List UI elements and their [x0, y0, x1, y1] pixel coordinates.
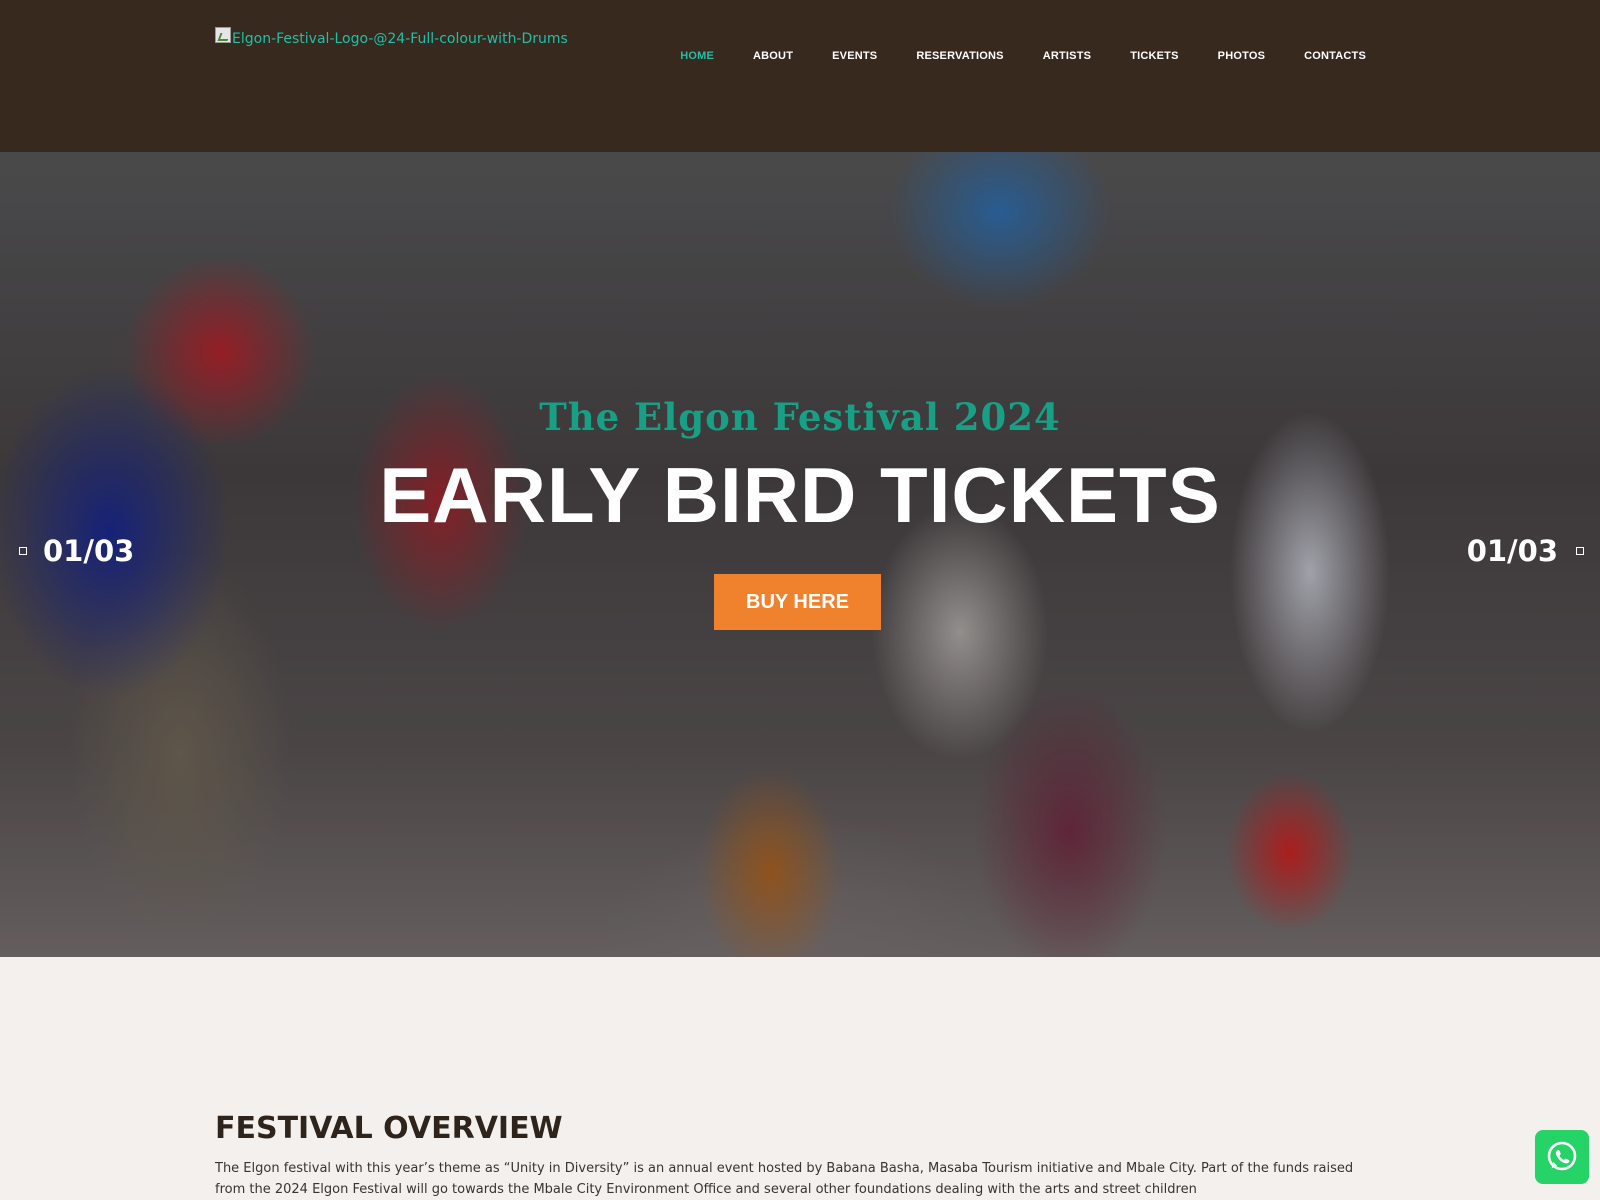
square-dot-icon — [1576, 547, 1584, 555]
nav-item-about[interactable]: ABOUT — [753, 50, 793, 62]
overview-title: FESTIVAL OVERVIEW — [215, 1111, 563, 1146]
site-header: Elgon-Festival-Logo-@24-Full-colour-with… — [0, 0, 1600, 152]
overview-body: The Elgon festival with this year’s them… — [215, 1161, 1354, 1197]
nav-item-reservations[interactable]: RESERVATIONS — [916, 50, 1003, 62]
buy-here-button[interactable]: BUY HERE — [714, 574, 881, 630]
nav-item-events[interactable]: EVENTS — [832, 50, 877, 62]
whatsapp-icon — [1547, 1141, 1577, 1171]
nav-item-home[interactable]: HOME — [680, 50, 714, 62]
logo-alt-text: Elgon-Festival-Logo-@24-Full-colour-with… — [232, 31, 568, 47]
hero-overlay — [0, 152, 1600, 957]
main-nav: HOME ABOUT EVENTS RESERVATIONS ARTISTS T… — [641, 50, 1366, 62]
nav-item-tickets[interactable]: TICKETS — [1130, 50, 1178, 62]
hero-eyebrow: The Elgon Festival 2024 — [539, 395, 1061, 439]
nav-item-artists[interactable]: ARTISTS — [1043, 50, 1091, 62]
square-dot-icon — [19, 547, 27, 555]
hero-slider: 01/03 01/03 The Elgon Festival 2024 EARL… — [0, 152, 1600, 957]
broken-image-icon — [215, 27, 231, 43]
nav-item-contacts[interactable]: CONTACTS — [1304, 50, 1366, 62]
hero-title: EARLY BIRD TICKETS — [379, 451, 1221, 539]
site-logo[interactable]: Elgon-Festival-Logo-@24-Full-colour-with… — [215, 27, 568, 47]
nav-item-photos[interactable]: PHOTOS — [1218, 50, 1265, 62]
whatsapp-chat-button[interactable] — [1535, 1130, 1589, 1184]
